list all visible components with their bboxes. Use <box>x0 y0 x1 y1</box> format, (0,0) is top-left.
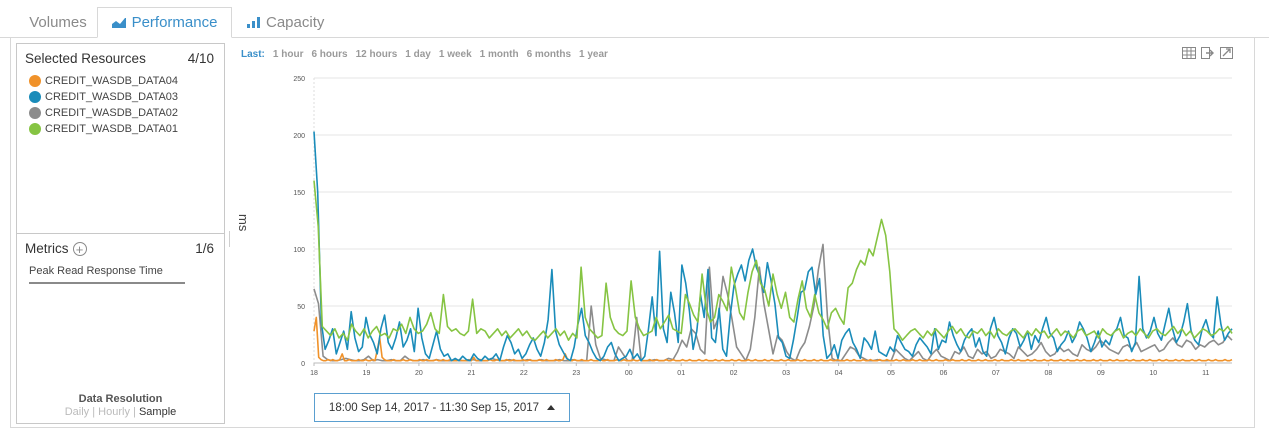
time-option-1-month[interactable]: 1 month <box>480 49 519 60</box>
resource-item[interactable]: CREDIT_WASDB_DATA04 <box>29 73 178 89</box>
export-icon[interactable] <box>1201 46 1215 64</box>
legend-dot-icon <box>29 91 41 103</box>
tab-bar: Volumes Performance Capacity <box>0 0 1269 38</box>
table-icon[interactable] <box>1182 46 1196 64</box>
metrics-count: 1/6 <box>195 241 214 256</box>
tab-capacity-label: Capacity <box>266 13 325 31</box>
time-option-1-year[interactable]: 1 year <box>579 49 608 60</box>
metrics-title: Metrics <box>25 241 69 256</box>
tab-volumes[interactable]: Volumes <box>18 7 98 37</box>
time-option-1-hour[interactable]: 1 hour <box>273 49 304 60</box>
panel-splitter[interactable] <box>229 231 230 247</box>
legend-dot-icon <box>29 75 41 87</box>
time-option-1-week[interactable]: 1 week <box>439 49 472 60</box>
caret-up-icon <box>547 405 556 410</box>
resource-label: CREDIT_WASDB_DATA04 <box>45 75 179 87</box>
date-range-label: 18:00 Sep 14, 2017 - 11:30 Sep 15, 2017 <box>328 401 540 414</box>
add-metric-icon[interactable]: + <box>72 241 87 256</box>
metric-item-peak-read-response-time[interactable]: Peak Read Response Time <box>29 265 185 284</box>
resolution-sample[interactable]: Sample <box>139 406 176 418</box>
data-resolution: Data Resolution Daily | Hourly | Sample <box>17 393 224 418</box>
time-option-1-day[interactable]: 1 day <box>405 49 431 60</box>
metrics-header: Metrics + 1/6 <box>25 241 214 256</box>
data-resolution-title: Data Resolution <box>78 393 163 405</box>
time-option-6-hours[interactable]: 6 hours <box>311 49 347 60</box>
tab-performance[interactable]: Performance <box>97 7 232 38</box>
legend-dot-icon <box>29 123 41 135</box>
resource-list: CREDIT_WASDB_DATA04 CREDIT_WASDB_DATA03 … <box>29 73 178 137</box>
tab-capacity[interactable]: Capacity <box>238 7 336 37</box>
data-resolution-options: Daily | Hourly | Sample <box>64 406 177 418</box>
resource-label: CREDIT_WASDB_DATA01 <box>45 123 179 135</box>
resource-label: CREDIT_WASDB_DATA02 <box>45 107 179 119</box>
date-range-button[interactable]: 18:00 Sep 14, 2017 - 11:30 Sep 15, 2017 <box>314 393 570 422</box>
time-range-label: Last: <box>241 49 265 60</box>
resource-panel: Selected Resources 4/10 CREDIT_WASDB_DAT… <box>16 43 225 424</box>
resource-item[interactable]: CREDIT_WASDB_DATA03 <box>29 89 178 105</box>
time-range-selector: Last: 1 hour 6 hours 12 hours 1 day 1 we… <box>241 49 608 60</box>
bottom-divider <box>16 427 1255 428</box>
resolution-daily[interactable]: Daily <box>65 406 89 418</box>
legend-dot-icon <box>29 107 41 119</box>
selected-resources-title: Selected Resources <box>25 51 146 66</box>
resource-item[interactable]: CREDIT_WASDB_DATA01 <box>29 121 178 137</box>
panel-divider <box>17 233 224 234</box>
selected-resources-count: 4/10 <box>187 51 214 66</box>
tab-performance-label: Performance <box>131 14 218 31</box>
y-axis-label: ms <box>236 214 251 232</box>
bar-chart-icon <box>247 16 260 28</box>
resolution-hourly[interactable]: Hourly <box>98 406 130 418</box>
resource-label: CREDIT_WASDB_DATA03 <box>45 91 179 103</box>
selected-resources-header: Selected Resources 4/10 <box>25 51 214 66</box>
time-option-12-hours[interactable]: 12 hours <box>356 49 398 60</box>
chart-toolbar <box>1182 46 1233 64</box>
time-option-6-months[interactable]: 6 months <box>527 49 571 60</box>
resource-item[interactable]: CREDIT_WASDB_DATA02 <box>29 105 178 121</box>
expand-icon[interactable] <box>1220 46 1233 64</box>
tab-volumes-label: Volumes <box>29 13 87 31</box>
area-chart-icon <box>111 17 126 28</box>
